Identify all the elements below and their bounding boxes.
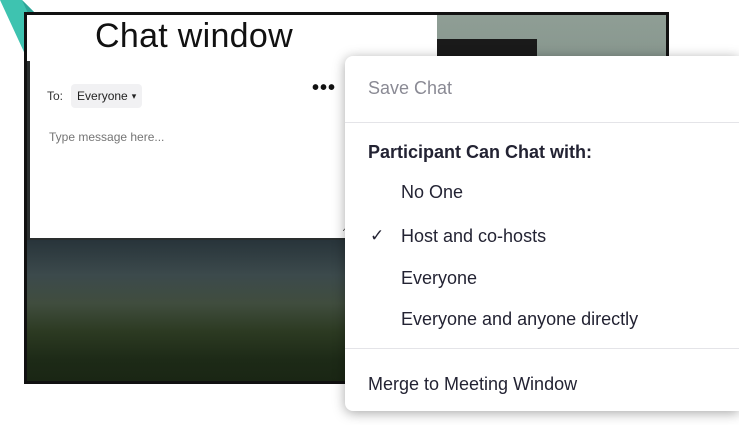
annotation-title-bar: Chat window <box>27 15 437 61</box>
option-label: No One <box>401 181 464 202</box>
option-label: Host and co-hosts <box>401 225 547 246</box>
message-input[interactable] <box>47 128 351 232</box>
option-label: Everyone <box>401 267 478 288</box>
save-chat-menu-item[interactable]: Save Chat <box>345 68 739 108</box>
option-label: Everyone and anyone directly <box>401 308 639 329</box>
more-options-button[interactable]: ••• <box>312 77 336 100</box>
to-label: To: <box>47 89 64 103</box>
option-everyone[interactable]: Everyone <box>345 258 739 298</box>
menu-divider <box>345 122 739 123</box>
option-no-one[interactable]: No One <box>345 172 739 212</box>
checkmark-icon: ✓ <box>370 226 385 245</box>
participant-chat-section-label: Participant Can Chat with: <box>368 141 593 162</box>
chat-panel: To: Everyone ▾ ••• <box>30 60 360 238</box>
chevron-down-icon: ▾ <box>131 90 137 101</box>
recipient-value: Everyone <box>77 89 128 103</box>
menu-divider <box>345 348 739 349</box>
option-host-and-cohosts[interactable]: ✓ Host and co-hosts <box>345 216 739 256</box>
recipient-dropdown[interactable]: Everyone ▾ <box>71 84 143 108</box>
annotation-title: Chat window <box>95 17 293 55</box>
recipient-row: To: Everyone ▾ <box>47 84 143 108</box>
option-everyone-and-anyone-directly[interactable]: Everyone and anyone directly <box>345 299 739 339</box>
merge-to-meeting-window-menu-item[interactable]: Merge to Meeting Window <box>345 364 739 404</box>
chat-options-menu: Save Chat Participant Can Chat with: No … <box>345 56 739 411</box>
